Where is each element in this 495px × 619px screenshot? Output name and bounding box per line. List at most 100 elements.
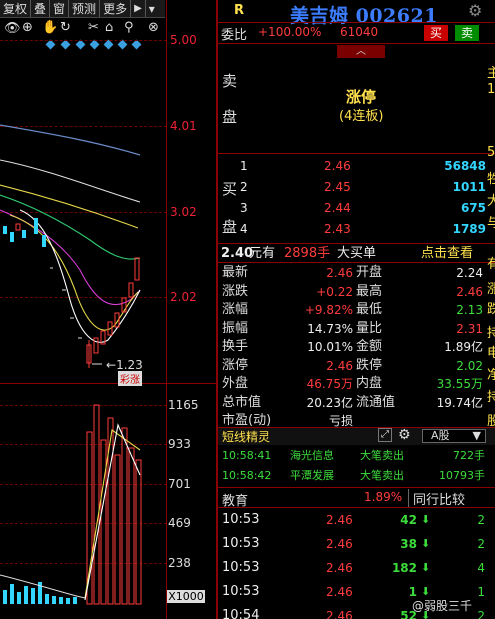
stat-value: 2.46 xyxy=(326,358,353,373)
bid-price: 2.43 xyxy=(324,222,351,236)
divider xyxy=(218,507,495,508)
bid-qty: 1011 xyxy=(452,180,486,194)
stat-label: 最低 xyxy=(356,302,383,317)
weicha-value: 61040 xyxy=(340,25,379,39)
stat-value: 19.74亿 xyxy=(436,395,483,410)
stat-label: 金额 xyxy=(356,339,383,354)
tick-row: 10:53 2.46 182 ⬇ 4 xyxy=(220,557,487,579)
sell-side-label: 盘 xyxy=(222,108,238,126)
weibi-label: 委比 xyxy=(221,28,248,43)
stat-value: 46.75万 xyxy=(306,377,353,391)
industry-compare-button[interactable]: 同行比较 xyxy=(408,489,465,508)
down-arrow-icon: ⬇ xyxy=(421,513,431,526)
feed-stock[interactable]: 海光信息 xyxy=(290,446,334,465)
feed-action: 大笔卖出 xyxy=(360,469,404,482)
bid-row[interactable]: 3 2.44 675 xyxy=(238,199,488,218)
bid-row[interactable]: 2 2.45 1011 xyxy=(238,178,488,197)
view-big-order-link[interactable]: 点击查看 xyxy=(421,244,473,263)
low-price-label: ←1.23 xyxy=(106,358,143,372)
chevron-down-icon: ▼ xyxy=(472,429,481,442)
side-tag: 大 xyxy=(487,194,495,209)
side-tag: 5 xyxy=(487,145,495,160)
tick-count: 2 xyxy=(477,609,485,619)
tick-row: 10:53 2.46 38 ⬇ 2 xyxy=(220,533,487,555)
bid-qty: 1789 xyxy=(452,222,486,236)
stat-label: 量比 xyxy=(356,320,383,336)
side-tag: 主 xyxy=(487,66,495,81)
stat-label: 涨停 xyxy=(222,357,249,373)
feed-row[interactable]: 10:58:42 平潭发展 大笔卖出 10793手 xyxy=(220,466,487,485)
stat-row: 外盘 46.75万 内盘 33.55万 xyxy=(220,375,487,393)
stat-value: +9.82% xyxy=(304,303,353,317)
market-select[interactable]: A股 ▼ xyxy=(422,429,486,443)
tick-price: 2.46 xyxy=(326,585,353,599)
tick-time: 10:53 xyxy=(222,584,260,599)
buy-side-label: 买 xyxy=(222,180,238,198)
tick-time: 10:53 xyxy=(222,536,260,551)
bid-level: 4 xyxy=(240,222,248,236)
stat-value: 2.13 xyxy=(456,303,483,317)
kline-chart[interactable] xyxy=(0,0,166,619)
stat-row: 涨幅 +9.82% 最低 2.13 xyxy=(220,301,487,319)
stat-label: 振幅 xyxy=(222,320,249,336)
tick-vol: 182 xyxy=(391,561,417,575)
gear-icon[interactable]: ⚙ xyxy=(468,1,482,20)
tick-vol: 38 xyxy=(400,537,417,551)
feed-time: 10:58:41 xyxy=(222,449,272,462)
side-tag: 电 xyxy=(487,346,495,361)
panel-divider xyxy=(216,0,218,619)
stat-value: 2.46 xyxy=(456,284,483,299)
stat-value: 2.02 xyxy=(456,358,483,373)
limit-tag: 彩涨 xyxy=(118,371,142,386)
stat-value: 2.31 xyxy=(456,321,483,336)
volume-tick: 701 xyxy=(168,477,191,491)
expand-icon[interactable]: ⤢ xyxy=(378,428,392,442)
buy-side-label: 盘 xyxy=(222,218,238,236)
tick-price: 2.46 xyxy=(326,561,353,575)
bid-row[interactable]: 4 2.43 1789 xyxy=(238,220,488,239)
tick-price: 2.46 xyxy=(326,513,353,527)
watermark: @弱股三千 xyxy=(412,599,473,613)
gear-icon[interactable]: ⚙ xyxy=(398,427,411,443)
stat-value: 20.23亿 xyxy=(306,395,353,410)
tick-price: 2.46 xyxy=(326,609,353,619)
side-tag: 股 xyxy=(487,414,495,429)
buy-button[interactable]: 买 xyxy=(424,25,448,41)
stat-value: 1.89亿 xyxy=(444,340,483,354)
tab-short-sprite[interactable]: 短线精灵 xyxy=(222,428,270,445)
volume-tick: 469 xyxy=(168,516,191,530)
feed-stock[interactable]: 平潭发展 xyxy=(290,466,334,485)
stat-label: 流通值 xyxy=(356,394,396,410)
big-order-label: 大买单 xyxy=(337,246,377,261)
stat-value: 2.46 xyxy=(326,266,353,280)
down-arrow-icon: ⬇ xyxy=(421,537,431,550)
down-arrow-icon: ⬇ xyxy=(421,561,431,574)
stat-row: 最新 2.46 开盘 2.24 xyxy=(220,264,487,282)
side-tag: 涨 xyxy=(487,282,495,297)
big-order-qty: 2898手 xyxy=(284,246,331,261)
feed-qty: 722手 xyxy=(453,449,485,462)
price-tick: 2.02 xyxy=(170,290,197,304)
side-tag: 与 xyxy=(487,216,495,231)
tick-price: 2.46 xyxy=(326,537,353,551)
feed-row[interactable]: 10:58:41 海光信息 大笔卖出 722手 xyxy=(220,446,487,465)
bid-row[interactable]: 1 2.46 56848 xyxy=(238,157,488,176)
tick-vol: 42 xyxy=(400,513,417,527)
stat-label: 换手 xyxy=(222,339,249,354)
collapse-up-icon[interactable]: ︿ xyxy=(337,45,385,58)
limit-up-sub: (4连板) xyxy=(339,109,384,124)
side-tag: 持 xyxy=(487,390,495,405)
stat-label: 总市值 xyxy=(222,394,262,410)
volume-tick: 1165 xyxy=(168,398,199,412)
price-tick: 5.00 xyxy=(170,33,197,47)
sell-button[interactable]: 卖 xyxy=(455,25,479,41)
tick-count: 1 xyxy=(477,585,485,599)
stat-value: 10.01% xyxy=(307,340,353,354)
stat-label: 外盘 xyxy=(222,376,249,391)
stat-label: 最新 xyxy=(222,265,249,280)
divider xyxy=(218,262,495,263)
bid-qty: 675 xyxy=(460,201,486,215)
market-flag: R xyxy=(234,3,245,18)
stat-row: 涨跌 +0.22 最高 2.46 xyxy=(220,283,487,301)
sell-side-label: 卖 xyxy=(222,72,238,90)
